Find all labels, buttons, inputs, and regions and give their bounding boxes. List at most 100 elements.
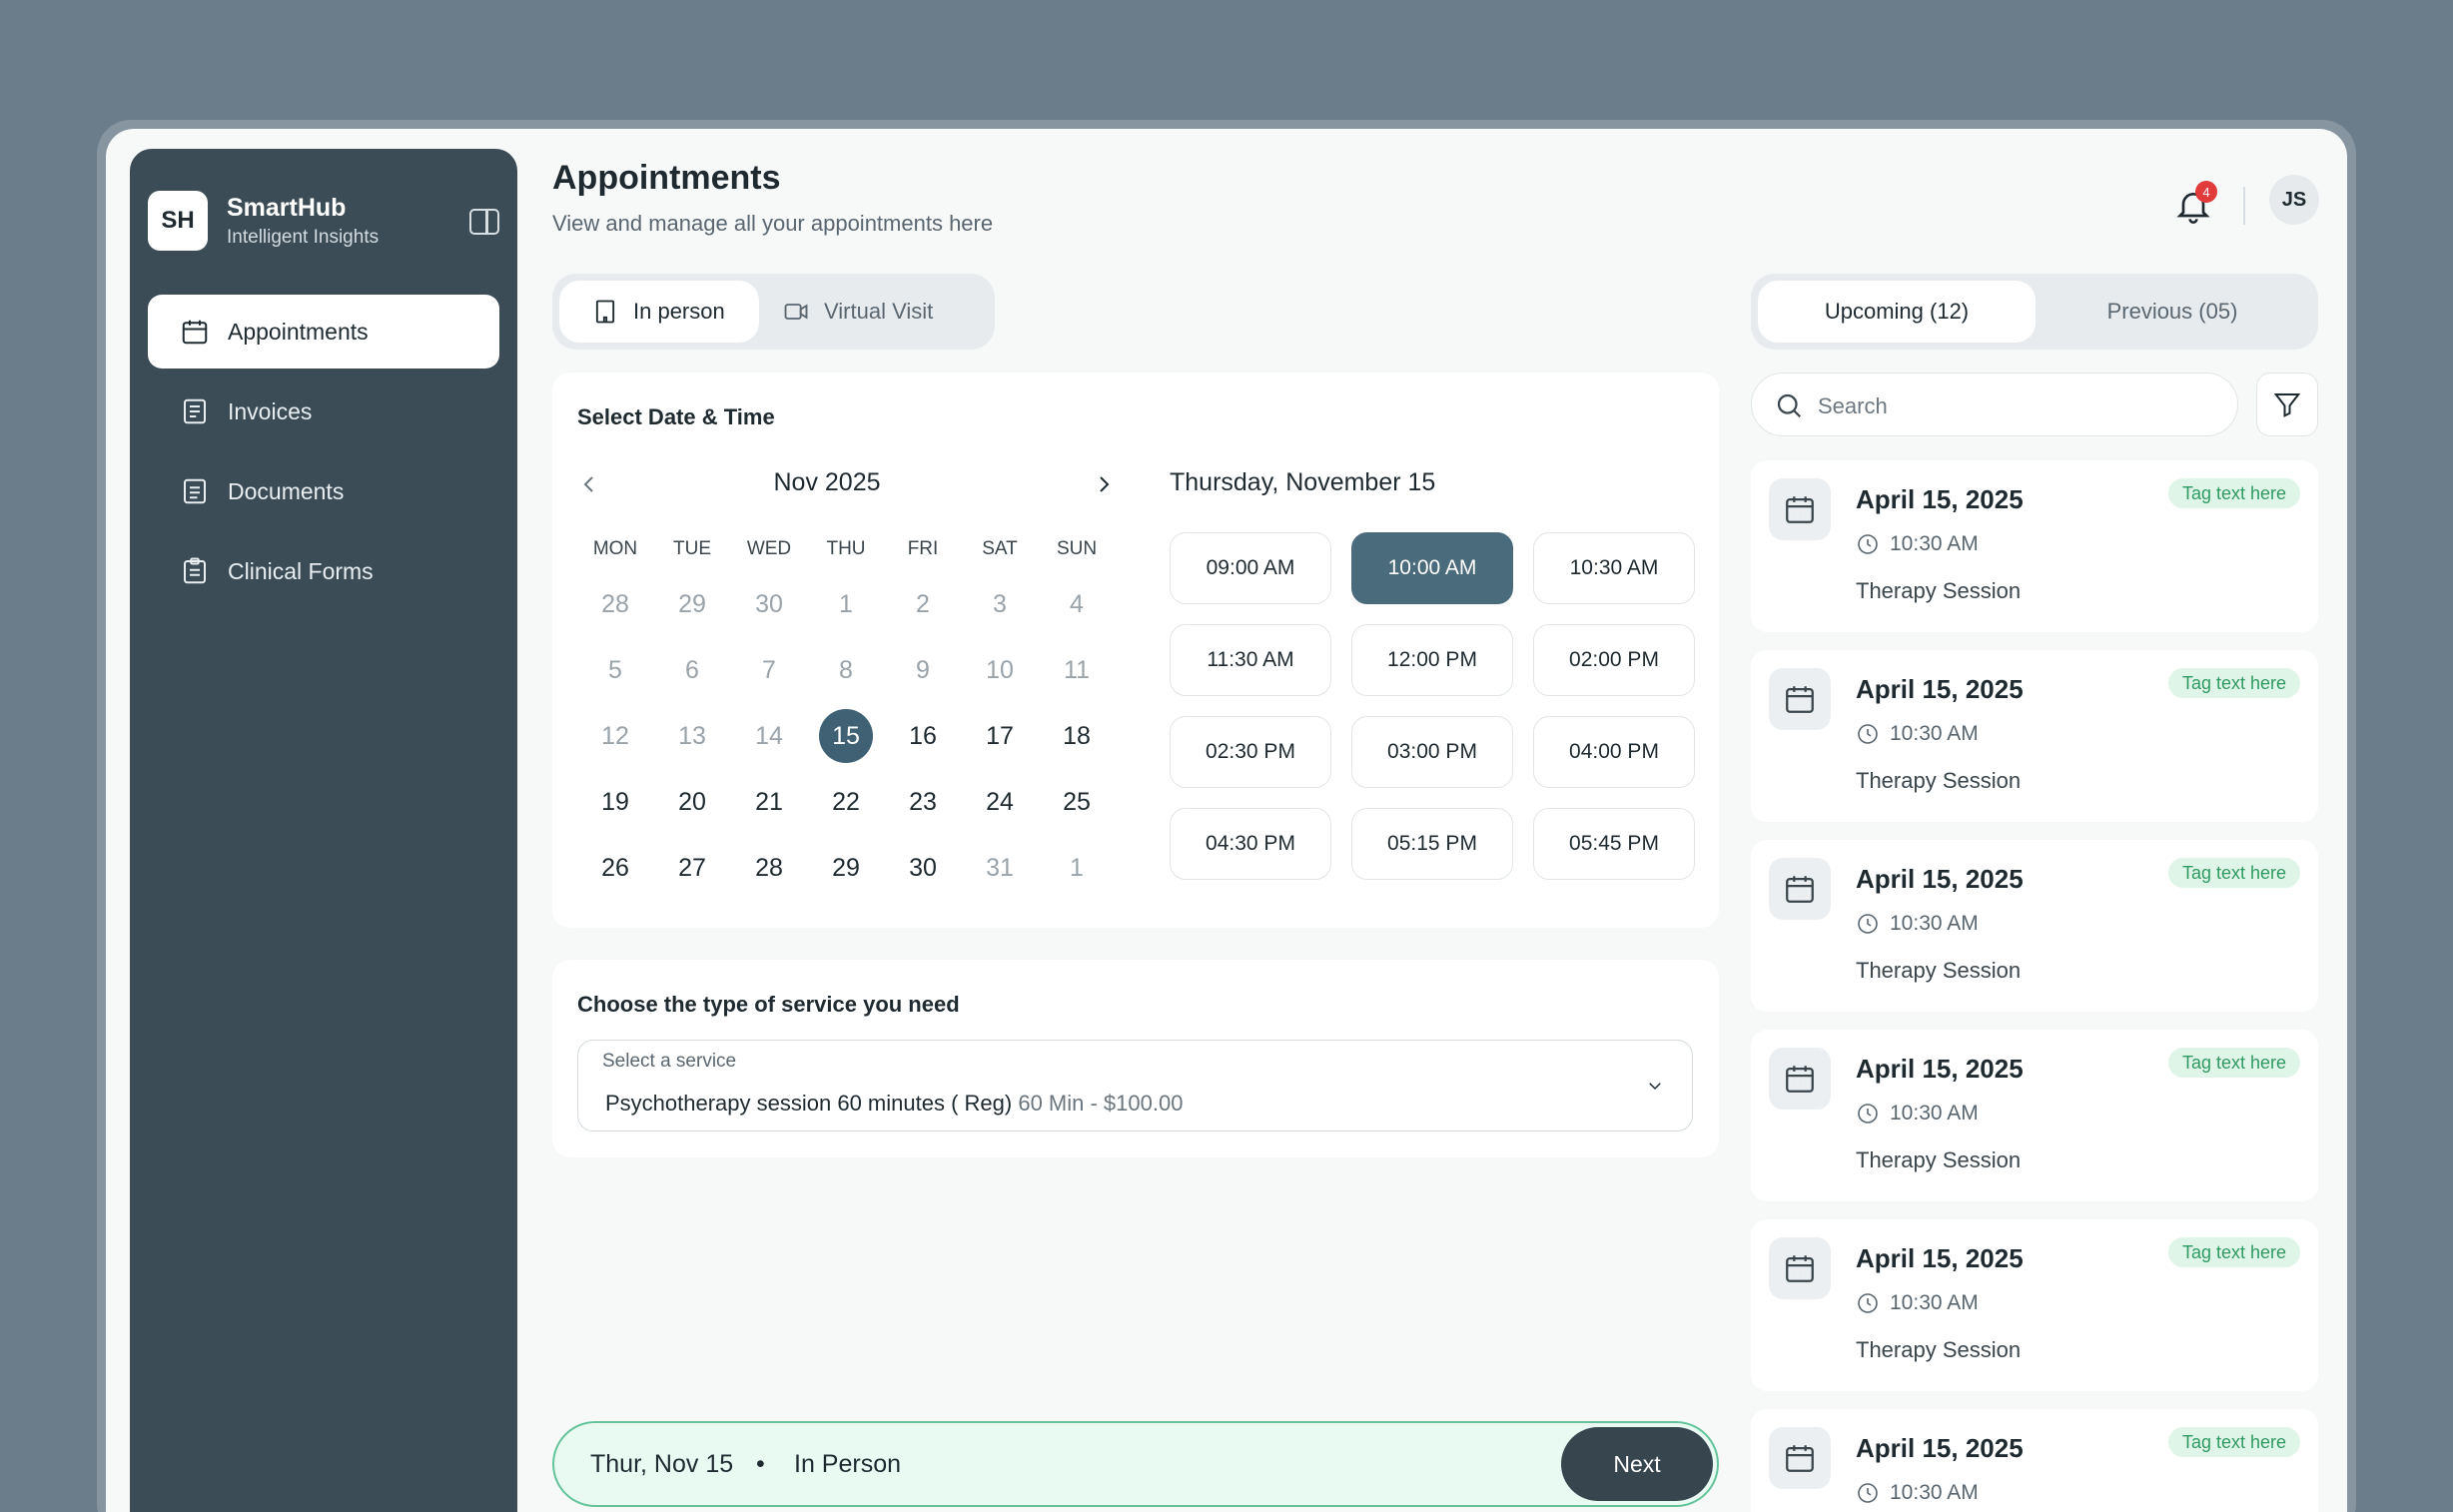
sidebar-toggle-icon[interactable] <box>469 209 499 235</box>
search-input[interactable]: Search <box>1751 373 2238 436</box>
app-window: SH SmartHub Intelligent Insights Appoint… <box>106 129 2347 1512</box>
calendar-day[interactable]: 31 <box>973 841 1027 895</box>
status-tag: Tag text here <box>2167 478 2300 508</box>
appointment-service: Therapy Session <box>1856 1337 2022 1362</box>
clock-icon <box>1858 1104 1878 1124</box>
avatar[interactable]: JS <box>2269 175 2319 225</box>
appointment-time-text: 10:30 AM <box>1890 1291 1979 1314</box>
page-subtitle: View and manage all your appointments he… <box>552 211 994 236</box>
calendar-day[interactable]: 2 <box>896 577 950 631</box>
service-name: Psychotherapy session 60 minutes ( Reg) <box>605 1091 1013 1116</box>
calendar-day[interactable]: 11 <box>1050 643 1104 697</box>
clock-icon <box>1858 724 1878 744</box>
tab-in-person[interactable]: In person <box>559 281 759 343</box>
appointment-card[interactable]: April 15, 202510:30 AMTherapy SessionTag… <box>1751 460 2318 632</box>
tab-previous[interactable]: Previous (05) <box>2034 281 2311 343</box>
calendar-day[interactable]: 14 <box>742 709 796 763</box>
weekday-label: SUN <box>1056 538 1098 559</box>
appointment-card[interactable]: April 15, 202510:30 AMTherapy SessionTag… <box>1751 1219 2318 1391</box>
calendar-day[interactable]: 13 <box>665 709 719 763</box>
calendar-day[interactable]: 29 <box>819 841 873 895</box>
time-slot[interactable]: 04:30 PM <box>1170 808 1331 880</box>
header-divider <box>2243 187 2245 225</box>
calendar-day[interactable]: 19 <box>588 775 642 829</box>
time-slot[interactable]: 02:00 PM <box>1533 624 1695 696</box>
service-select[interactable]: Select a service Psychotherapy session 6… <box>577 1040 1693 1132</box>
time-slot[interactable]: 05:45 PM <box>1533 808 1695 880</box>
weekday-label: SAT <box>982 538 1018 559</box>
calendar-day[interactable]: 12 <box>588 709 642 763</box>
appointment-time: 10:30 AM <box>1856 912 1979 936</box>
status-tag: Tag text here <box>2167 1048 2300 1078</box>
calendar-day[interactable]: 15 <box>819 709 873 763</box>
tab-virtual-visit[interactable]: Virtual Visit <box>782 281 933 343</box>
calendar-month: Nov 2025 <box>773 468 881 496</box>
status-tag: Tag text here <box>2167 858 2300 888</box>
time-slot[interactable]: 05:15 PM <box>1351 808 1513 880</box>
chevron-right-icon[interactable] <box>1092 472 1116 496</box>
calendar-day[interactable]: 1 <box>819 577 873 631</box>
tab-upcoming[interactable]: Upcoming (12) <box>1758 281 2036 343</box>
time-slot[interactable]: 11:30 AM <box>1170 624 1331 696</box>
calendar-day[interactable]: 7 <box>742 643 796 697</box>
calendar-day[interactable]: 28 <box>588 577 642 631</box>
tab-label: In person <box>633 299 725 324</box>
calendar-icon-badge <box>1769 478 1831 540</box>
time-slot[interactable]: 12:00 PM <box>1351 624 1513 696</box>
appointment-card[interactable]: April 15, 202510:30 AMTherapy SessionTag… <box>1751 1409 2318 1512</box>
calendar-day[interactable]: 5 <box>588 643 642 697</box>
calendar-day[interactable]: 17 <box>973 709 1027 763</box>
appointment-card[interactable]: April 15, 202510:30 AMTherapy SessionTag… <box>1751 650 2318 822</box>
calendar-day[interactable]: 4 <box>1050 577 1104 631</box>
sidebar-item-clinical-forms[interactable]: Clinical Forms <box>148 534 499 608</box>
calendar-day[interactable]: 6 <box>665 643 719 697</box>
calendar-day[interactable]: 26 <box>588 841 642 895</box>
filter-button[interactable] <box>2256 373 2318 436</box>
calendar-day[interactable]: 25 <box>1050 775 1104 829</box>
sidebar-item-appointments[interactable]: Appointments <box>148 295 499 369</box>
weekday-label: WED <box>746 538 792 559</box>
calendar-day[interactable]: 1 <box>1050 841 1104 895</box>
time-slot[interactable]: 09:00 AM <box>1170 532 1331 604</box>
appointment-card[interactable]: April 15, 202510:30 AMTherapy SessionTag… <box>1751 840 2318 1012</box>
calendar-day[interactable]: 18 <box>1050 709 1104 763</box>
time-slot[interactable]: 10:30 AM <box>1533 532 1695 604</box>
time-slot[interactable]: 03:00 PM <box>1351 716 1513 788</box>
sidebar-item-documents[interactable]: Documents <box>148 454 499 528</box>
time-slot[interactable]: 10:00 AM <box>1351 532 1513 604</box>
calendar-icon-badge <box>1769 858 1831 920</box>
calendar-day[interactable]: 30 <box>896 841 950 895</box>
search-icon <box>1777 393 1802 418</box>
sidebar-item-invoices[interactable]: Invoices <box>148 375 499 448</box>
calendar-day[interactable]: 20 <box>665 775 719 829</box>
appointment-service: Therapy Session <box>1856 768 2022 793</box>
calendar-day[interactable]: 24 <box>973 775 1027 829</box>
calendar-day[interactable]: 30 <box>742 577 796 631</box>
calendar-day[interactable]: 16 <box>896 709 950 763</box>
time-slot[interactable]: 02:30 PM <box>1170 716 1331 788</box>
calendar-day[interactable]: 22 <box>819 775 873 829</box>
calendar-day[interactable]: 9 <box>896 643 950 697</box>
calendar-day[interactable]: 10 <box>973 643 1027 697</box>
calendar-day[interactable]: 28 <box>742 841 796 895</box>
appointment-card[interactable]: April 15, 202510:30 AMTherapy SessionTag… <box>1751 1030 2318 1201</box>
calendar-icon <box>1786 1255 1814 1282</box>
sidebar: SH SmartHub Intelligent Insights Appoint… <box>130 149 517 1512</box>
calendar-day[interactable]: 23 <box>896 775 950 829</box>
sidebar-item-label: Invoices <box>228 397 313 424</box>
time-slot[interactable]: 04:00 PM <box>1533 716 1695 788</box>
next-button[interactable]: Next <box>1561 1427 1713 1501</box>
calendar-day[interactable]: 3 <box>973 577 1027 631</box>
appointment-date: April 15, 2025 <box>1856 1054 2024 1084</box>
status-tag: Tag text here <box>2167 1427 2300 1457</box>
clock-icon <box>1858 534 1878 554</box>
calendar-day[interactable]: 29 <box>665 577 719 631</box>
calendar-day[interactable]: 21 <box>742 775 796 829</box>
summary-date: Thur, Nov 15 <box>590 1450 734 1478</box>
calendar-day[interactable]: 27 <box>665 841 719 895</box>
appointment-service: Therapy Session <box>1856 578 2022 603</box>
sidebar-item-label: Appointments <box>228 318 369 345</box>
chevron-left-icon[interactable] <box>577 472 601 496</box>
calendar-day[interactable]: 8 <box>819 643 873 697</box>
video-icon <box>784 304 808 320</box>
